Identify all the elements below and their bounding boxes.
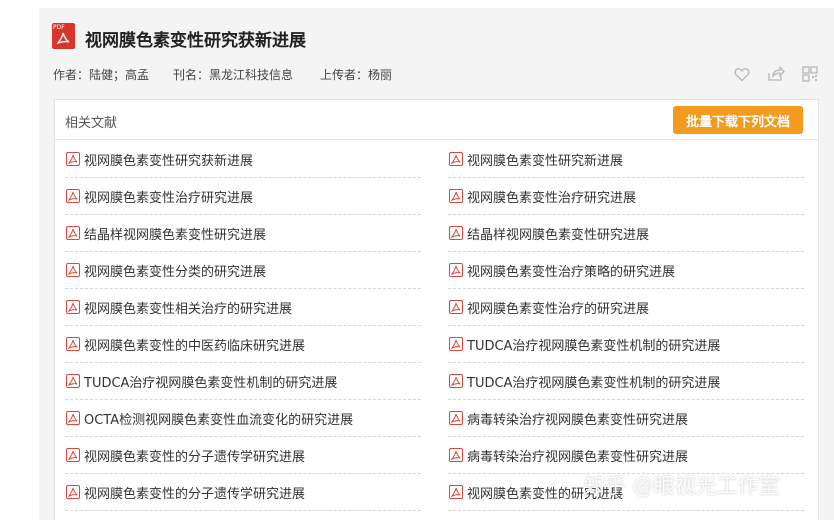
pdf-icon: [66, 411, 80, 425]
related-document-item[interactable]: 视网膜色素变性分类的研究进展: [65, 252, 421, 289]
pdf-icon: [66, 189, 80, 203]
favorite-button[interactable]: [732, 64, 752, 84]
pdf-icon: [66, 374, 80, 388]
pdf-icon: [449, 411, 463, 425]
pdf-icon: [66, 448, 80, 462]
pdf-icon: [449, 337, 463, 351]
pdf-icon: [449, 374, 463, 388]
uploader-info: 上传者：杨丽: [320, 68, 393, 82]
pdf-icon: [449, 263, 463, 277]
related-document-item[interactable]: 视网膜色素变性的分子遗传学研究进展: [65, 437, 421, 474]
journal-info: 刊名：黑龙江科技信息: [173, 68, 294, 82]
pdf-icon: [66, 226, 80, 240]
pdf-icon: [449, 448, 463, 462]
pdf-icon: [66, 263, 80, 277]
pdf-icon: [66, 300, 80, 314]
related-document-link[interactable]: 视网膜色素变性治疗的研究进展: [467, 298, 649, 317]
related-panel-header: 相关文献 批量下载下列文档: [55, 100, 818, 140]
related-document-item[interactable]: 视网膜色素变性治疗研究进展: [448, 178, 804, 215]
related-document-item[interactable]: 病毒转染治疗视网膜色素变性研究进展: [448, 400, 804, 437]
related-document-item[interactable]: 视网膜色素变性研究获新进展: [65, 141, 421, 178]
related-document-item[interactable]: 视网膜色素变性治疗研究进展: [65, 178, 421, 215]
related-document-item[interactable]: TUDCA治疗视网膜色素变性机制的研究进展: [65, 363, 421, 400]
related-document-item[interactable]: 视网膜色素变性相关治疗的研究进展: [65, 289, 421, 326]
related-document-link[interactable]: 视网膜色素变性的研究进展: [467, 483, 623, 502]
related-document-item[interactable]: 病毒转染治疗视网膜色素变性研究进展: [448, 437, 804, 474]
related-document-link[interactable]: 视网膜色素变性的分子遗传学研究进展: [84, 483, 305, 502]
pdf-icon: [449, 300, 463, 314]
related-document-item[interactable]: 视网膜色素变性的分子遗传学研究进展: [65, 474, 421, 511]
share-icon: [768, 66, 785, 81]
related-document-link[interactable]: 视网膜色素变性的分子遗传学研究进展: [84, 446, 305, 465]
qrcode-icon: [802, 66, 818, 82]
pdf-logo-text: PDF: [53, 24, 65, 31]
document-card: PDF 视网膜色素变性研究获新进展 作者：陆健；高孟 刊名：黑龙江科技信息 上传…: [39, 8, 834, 520]
related-document-link[interactable]: TUDCA治疗视网膜色素变性机制的研究进展: [467, 372, 720, 391]
related-documents-panel: 相关文献 批量下载下列文档 视网膜色素变性研究获新进展 视网膜色素变性治疗研究进展…: [54, 99, 819, 520]
related-document-item[interactable]: 视网膜色素变性的研究进展: [448, 474, 804, 511]
document-title: 视网膜色素变性研究获新进展: [85, 31, 306, 51]
related-document-link[interactable]: 视网膜色素变性分类的研究进展: [84, 261, 266, 280]
related-document-item[interactable]: 视网膜色素变性治疗策略的研究进展: [448, 252, 804, 289]
related-document-link[interactable]: 视网膜色素变性研究新进展: [467, 150, 623, 169]
related-document-link[interactable]: 视网膜色素变性治疗研究进展: [84, 187, 253, 206]
related-document-link[interactable]: 视网膜色素变性治疗研究进展: [467, 187, 636, 206]
heart-icon: [734, 67, 750, 81]
related-document-link[interactable]: 视网膜色素变性治疗策略的研究进展: [467, 261, 675, 280]
related-document-link[interactable]: 病毒转染治疗视网膜色素变性研究进展: [467, 446, 688, 465]
pdf-icon: [449, 485, 463, 499]
pdf-icon: [449, 152, 463, 166]
pdf-icon: [66, 485, 80, 499]
related-document-link[interactable]: 视网膜色素变性相关治疗的研究进展: [84, 298, 292, 317]
pdf-icon: [66, 152, 80, 166]
pdf-icon: [449, 226, 463, 240]
related-document-item[interactable]: 视网膜色素变性研究新进展: [448, 141, 804, 178]
pdf-icon: [66, 337, 80, 351]
related-document-link[interactable]: TUDCA治疗视网膜色素变性机制的研究进展: [467, 335, 720, 354]
pdf-file-icon: PDF: [52, 23, 75, 49]
related-document-link[interactable]: OCTA检测视网膜色素变性血流变化的研究进展: [84, 409, 353, 428]
related-document-link[interactable]: 视网膜色素变性研究获新进展: [84, 150, 253, 169]
related-document-item[interactable]: TUDCA治疗视网膜色素变性机制的研究进展: [448, 326, 804, 363]
pdf-icon: [449, 189, 463, 203]
related-document-item[interactable]: 视网膜色素变性治疗的研究进展: [448, 289, 804, 326]
related-document-item[interactable]: 视网膜色素变性的中医药临床研究进展: [65, 326, 421, 363]
related-document-item[interactable]: 结晶样视网膜色素变性研究进展: [448, 215, 804, 252]
related-document-item[interactable]: OCTA检测视网膜色素变性血流变化的研究进展: [65, 400, 421, 437]
related-document-link[interactable]: 结晶样视网膜色素变性研究进展: [84, 224, 266, 243]
related-document-link[interactable]: 视网膜色素变性的中医药临床研究进展: [84, 335, 305, 354]
related-documents-label: 相关文献: [65, 116, 118, 131]
related-document-item[interactable]: TUDCA治疗视网膜色素变性机制的研究进展: [448, 363, 804, 400]
related-document-link[interactable]: 结晶样视网膜色素变性研究进展: [467, 224, 649, 243]
related-document-link[interactable]: 病毒转染治疗视网膜色素变性研究进展: [467, 409, 688, 428]
author-info: 作者：陆健；高孟: [53, 68, 150, 82]
related-document-item[interactable]: 结晶样视网膜色素变性研究进展: [65, 215, 421, 252]
document-header: PDF 视网膜色素变性研究获新进展 作者：陆健；高孟 刊名：黑龙江科技信息 上传…: [52, 23, 822, 83]
related-document-link[interactable]: TUDCA治疗视网膜色素变性机制的研究进展: [84, 372, 337, 391]
share-button[interactable]: [766, 64, 786, 84]
batch-download-button[interactable]: 批量下载下列文档: [673, 106, 803, 134]
qrcode-button[interactable]: [800, 64, 820, 84]
